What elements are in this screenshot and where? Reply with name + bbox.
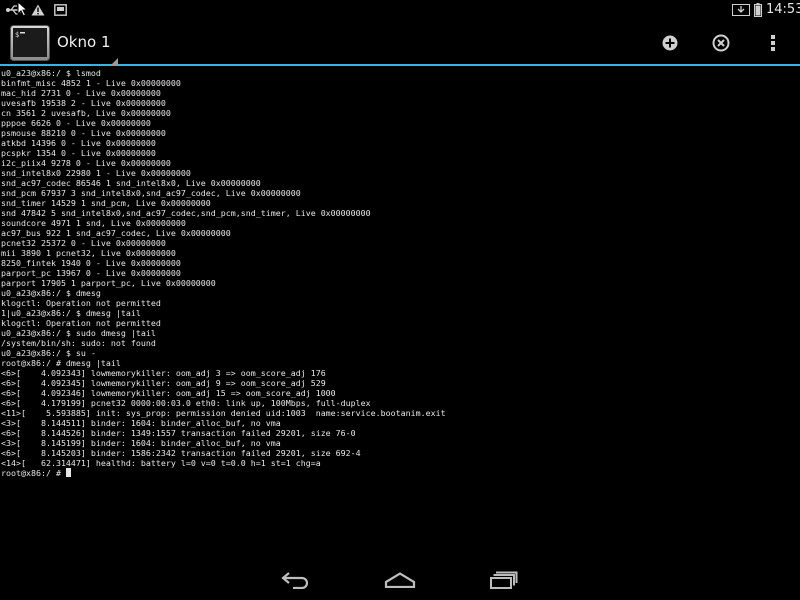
text-cursor xyxy=(65,468,71,477)
recents-button[interactable] xyxy=(479,566,529,594)
terminal-line: u0_a23@x86:/ $ sudo dmesg |tail xyxy=(1,328,156,338)
terminal-line: atkbd 14396 0 - Live 0x00000000 xyxy=(1,138,156,148)
back-button[interactable] xyxy=(271,566,321,594)
terminal-app-icon: $ xyxy=(10,25,50,61)
status-bar: 14:53 xyxy=(0,0,800,20)
terminal-line: mii 3890 1 pcnet32, Live 0x00000000 xyxy=(1,248,176,258)
add-icon xyxy=(662,35,678,51)
terminal-line: parport 17905 1 parport_pc, Live 0x00000… xyxy=(1,278,216,288)
close-icon xyxy=(712,34,730,52)
terminal-line: <14>[ 62.314471] healthd: battery l=0 v=… xyxy=(1,458,321,468)
terminal-prompt-line[interactable]: root@x86:/ # xyxy=(1,468,800,478)
terminal-line: <6>[ 4.092343] lowmemorykiller: oom_adj … xyxy=(1,368,326,378)
overflow-menu-button[interactable] xyxy=(758,28,788,58)
action-bar: $ Okno 1 xyxy=(0,20,800,66)
terminal-line: snd 47842 5 snd_intel8x0,snd_ac97_codec,… xyxy=(1,208,371,218)
terminal-line: mac_hid 2731 0 - Live 0x00000000 xyxy=(1,88,161,98)
terminal-line: i2c_piix4 9278 0 - Live 0x00000000 xyxy=(1,158,171,168)
terminal-line: pcnet32 25372 0 - Live 0x00000000 xyxy=(1,238,166,248)
terminal-view[interactable]: u0_a23@x86:/ $ lsmod binfmt_misc 4852 1 -… xyxy=(0,66,800,560)
terminal-line: klogctl: Operation not permitted xyxy=(1,318,161,328)
terminal-line: <11>[ 5.593885] init: sys_prop: permissi… xyxy=(1,408,446,418)
back-icon xyxy=(281,571,311,589)
navigation-bar xyxy=(0,560,800,600)
terminal-line: u0_a23@x86:/ $ lsmod xyxy=(1,68,101,78)
terminal-line: snd_timer 14529 1 snd_pcm, Live 0x000000… xyxy=(1,198,211,208)
terminal-line: <3>[ 8.144511] binder: 1604: binder_allo… xyxy=(1,418,281,428)
clock: 14:53 xyxy=(766,2,800,17)
terminal-line: 1|u0_a23@x86:/ $ dmesg |tail xyxy=(1,308,141,318)
terminal-line: /system/bin/sh: sudo: not found xyxy=(1,338,156,348)
dropdown-indicator-icon xyxy=(110,51,118,66)
terminal-line: uvesafb 19538 2 - Live 0x00000000 xyxy=(1,98,166,108)
terminal-line: parport_pc 13967 0 - Live 0x00000000 xyxy=(1,268,181,278)
terminal-line: pcspkr 1354 0 - Live 0x00000000 xyxy=(1,148,156,158)
terminal-line: soundcore 4971 1 snd, Live 0x00000000 xyxy=(1,218,186,228)
terminal-line: ac97_bus 922 1 snd_ac97_codec, Live 0x00… xyxy=(1,228,231,238)
download-icon xyxy=(730,0,752,20)
screenshot-icon xyxy=(52,0,68,20)
terminal-line: <6>[ 8.145203] binder: 1586:2342 transac… xyxy=(1,448,361,458)
terminal-line: <6>[ 4.092345] lowmemorykiller: oom_adj … xyxy=(1,378,326,388)
home-button[interactable] xyxy=(375,566,425,594)
terminal-prompt: root@x86:/ # xyxy=(1,468,66,478)
terminal-line: snd_ac97_codec 86546 1 snd_intel8x0, Liv… xyxy=(1,178,261,188)
terminal-line: <6>[ 4.179199] pcnet32 0000:00:03.0 eth0… xyxy=(1,398,371,408)
terminal-line: u0_a23@x86:/ $ dmesg xyxy=(1,288,101,298)
terminal-line: <3>[ 8.145199] binder: 1604: binder_allo… xyxy=(1,438,281,448)
terminal-line: binfmt_misc 4852 1 - Live 0x00000000 xyxy=(1,78,181,88)
terminal-line: snd_intel8x0 22980 1 - Live 0x00000000 xyxy=(1,168,191,178)
terminal-line: <6>[ 4.092346] lowmemorykiller: oom_adj … xyxy=(1,388,336,398)
terminal-line: root@x86:/ # dmesg |tail xyxy=(1,358,121,368)
terminal-line: snd_pcm 67937 3 snd_intel8x0,snd_ac97_co… xyxy=(1,188,301,198)
new-window-button[interactable] xyxy=(655,28,685,58)
warning-icon xyxy=(30,0,46,20)
recent-apps-icon xyxy=(490,571,518,589)
terminal-line: klogctl: Operation not permitted xyxy=(1,298,161,308)
close-window-button[interactable] xyxy=(706,28,736,58)
terminal-line: 8250_fintek 1940 0 - Live 0x00000000 xyxy=(1,258,181,268)
home-icon xyxy=(384,572,416,588)
window-title: Okno 1 xyxy=(57,33,111,51)
terminal-line: psmouse 88210 0 - Live 0x00000000 xyxy=(1,128,166,138)
terminal-line: u0_a23@x86:/ $ su - xyxy=(1,348,96,358)
terminal-line: pppoe 6626 0 - Live 0x00000000 xyxy=(1,118,151,128)
more-vert-icon xyxy=(770,34,776,52)
terminal-line: <6>[ 8.144526] binder: 1349:1557 transac… xyxy=(1,428,356,438)
terminal-line: cn 3561 2 uvesafb, Live 0x00000000 xyxy=(1,108,171,118)
svg-text:$: $ xyxy=(15,31,19,39)
window-selector[interactable]: $ Okno 1 xyxy=(10,25,120,66)
terminal-output: u0_a23@x86:/ $ lsmod binfmt_misc 4852 1 -… xyxy=(0,66,800,478)
battery-icon xyxy=(752,0,764,20)
